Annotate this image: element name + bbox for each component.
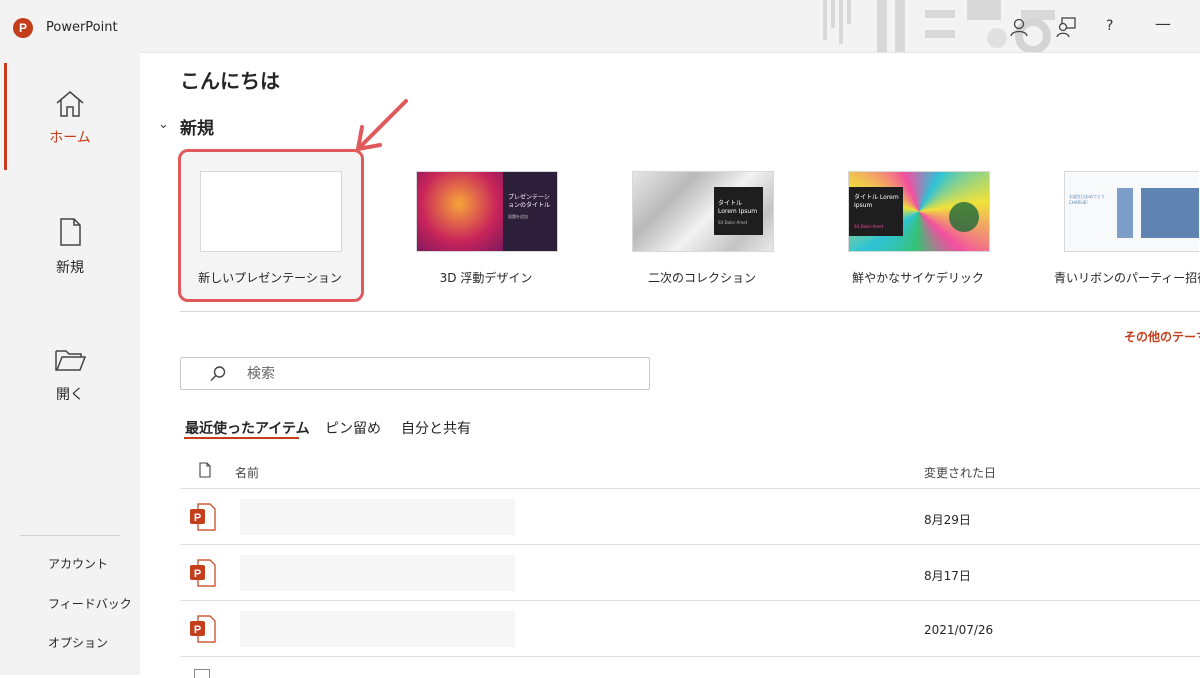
app-title: PowerPoint bbox=[46, 20, 118, 35]
template-vivid-psychedelic[interactable]: タイトル Lorem Ipsum Sit Dolor Amet 鮮やかなサイケデ… bbox=[848, 171, 990, 285]
tab-pinned[interactable]: ピン留め bbox=[325, 418, 381, 438]
thumb-subtitle: 副題を追加 bbox=[508, 214, 528, 219]
new-document-icon bbox=[60, 218, 81, 246]
page-title: こんにちは bbox=[180, 69, 280, 93]
file-row[interactable]: P 8月17日 bbox=[180, 544, 1200, 600]
template-label: 二次のコレクション bbox=[647, 271, 756, 285]
more-themes-link[interactable]: その他のテーマ bbox=[1124, 328, 1200, 345]
sidebar-item-label: 開く bbox=[56, 387, 84, 403]
sidebar-item-label: ホーム bbox=[49, 130, 91, 146]
section-divider bbox=[180, 311, 1200, 312]
minimize-button[interactable]: — bbox=[1155, 14, 1171, 33]
template-thumbnail: お誕生日おめでとう CHARLIE! bbox=[1064, 171, 1199, 252]
svg-text:P: P bbox=[194, 624, 201, 636]
search-icon bbox=[210, 366, 226, 381]
sidebar: ホーム 新規 開く アカウント フィードバック オプション bbox=[0, 52, 140, 675]
pptx-file-icon: P bbox=[190, 559, 216, 587]
file-name-redacted bbox=[240, 555, 515, 591]
template-3d-floating[interactable]: プレゼンテーションのタイトル 副題を追加 3D 浮動デザイン bbox=[416, 171, 558, 285]
help-button[interactable]: ? bbox=[1106, 18, 1113, 34]
column-header-name[interactable]: 名前 bbox=[235, 464, 259, 481]
file-icon bbox=[194, 669, 210, 678]
sidebar-account-link[interactable]: アカウント bbox=[48, 555, 108, 572]
thumb-title: タイトル Lorem Ipsum bbox=[854, 194, 899, 209]
tab-shared-with-me[interactable]: 自分と共有 bbox=[401, 418, 471, 438]
sidebar-item-home[interactable]: ホーム bbox=[0, 72, 140, 182]
tab-recent[interactable]: 最近使ったアイテム bbox=[185, 418, 310, 438]
template-thumbnail: タイトル Lorem Ipsum Sit Dolor Amet bbox=[632, 171, 774, 252]
file-type-icon bbox=[199, 462, 211, 478]
sidebar-item-label: 新規 bbox=[56, 260, 84, 276]
template-label: 3D 浮動デザイン bbox=[439, 271, 533, 285]
file-row[interactable]: P 2021/07/26 bbox=[180, 600, 1200, 656]
sidebar-item-new[interactable]: 新規 bbox=[0, 202, 140, 312]
search-box[interactable] bbox=[180, 357, 650, 390]
title-bar: P PowerPoint ? — bbox=[0, 0, 1200, 53]
sidebar-options-link[interactable]: オプション bbox=[48, 634, 108, 651]
thumb-title: お誕生日おめでとう CHARLIE! bbox=[1069, 194, 1105, 205]
file-date: 8月29日 bbox=[924, 513, 971, 527]
thumb-title: プレゼンテーションのタイトル bbox=[508, 194, 551, 209]
svg-text:P: P bbox=[194, 568, 201, 580]
active-tab-underline bbox=[184, 437, 299, 439]
pptx-file-icon: P bbox=[190, 503, 216, 531]
file-date: 2021/07/26 bbox=[924, 623, 994, 637]
template-label: 青いリボンのパーティー招待状 bbox=[1054, 271, 1200, 285]
chevron-down-icon[interactable]: ⌄ bbox=[158, 117, 169, 132]
template-thumbnail bbox=[200, 171, 342, 252]
file-date: 8月17日 bbox=[924, 569, 971, 583]
account-icon[interactable] bbox=[1008, 16, 1030, 38]
open-folder-icon bbox=[55, 350, 86, 371]
file-name-redacted bbox=[240, 611, 515, 647]
file-row[interactable]: P 8月29日 bbox=[180, 488, 1200, 544]
main-content: こんにちは ⌄ 新規 新しいプレゼンテーション プレゼンテーションのタイトル 副… bbox=[140, 52, 1200, 678]
thumb-subtitle: Sit Dolor Amet bbox=[854, 224, 884, 229]
template-quadratic-collection[interactable]: タイトル Lorem Ipsum Sit Dolor Amet 二次のコレクショ… bbox=[632, 171, 774, 285]
svg-text:P: P bbox=[194, 512, 201, 524]
sidebar-feedback-link[interactable]: フィードバック bbox=[48, 595, 132, 612]
template-label: 鮮やかなサイケデリック bbox=[852, 271, 984, 285]
template-label: 新しいプレゼンテーション bbox=[198, 271, 342, 285]
search-input[interactable] bbox=[245, 363, 639, 385]
pptx-file-icon: P bbox=[190, 615, 216, 643]
thumb-subtitle: Sit Dolor Amet bbox=[718, 220, 748, 225]
sidebar-item-open[interactable]: 開く bbox=[0, 332, 140, 442]
sidebar-divider bbox=[20, 535, 120, 536]
template-thumbnail: プレゼンテーションのタイトル 副題を追加 bbox=[416, 171, 558, 252]
home-icon bbox=[56, 91, 84, 117]
file-name-redacted bbox=[240, 499, 515, 535]
template-blank[interactable]: 新しいプレゼンテーション bbox=[198, 171, 342, 285]
template-blue-ribbon-invitation[interactable]: お誕生日おめでとう CHARLIE! 青いリボンのパーティー招待状 bbox=[1054, 171, 1200, 285]
thumb-title: タイトル Lorem Ipsum bbox=[718, 200, 758, 215]
file-row[interactable] bbox=[180, 656, 1200, 678]
coauthor-icon[interactable] bbox=[1055, 16, 1077, 38]
annotation-arrow-icon bbox=[356, 99, 408, 151]
column-header-modified[interactable]: 変更された日 bbox=[924, 464, 996, 481]
new-section-title: 新規 bbox=[180, 119, 214, 139]
powerpoint-logo-icon: P bbox=[13, 18, 33, 38]
template-thumbnail: タイトル Lorem Ipsum Sit Dolor Amet bbox=[848, 171, 990, 252]
